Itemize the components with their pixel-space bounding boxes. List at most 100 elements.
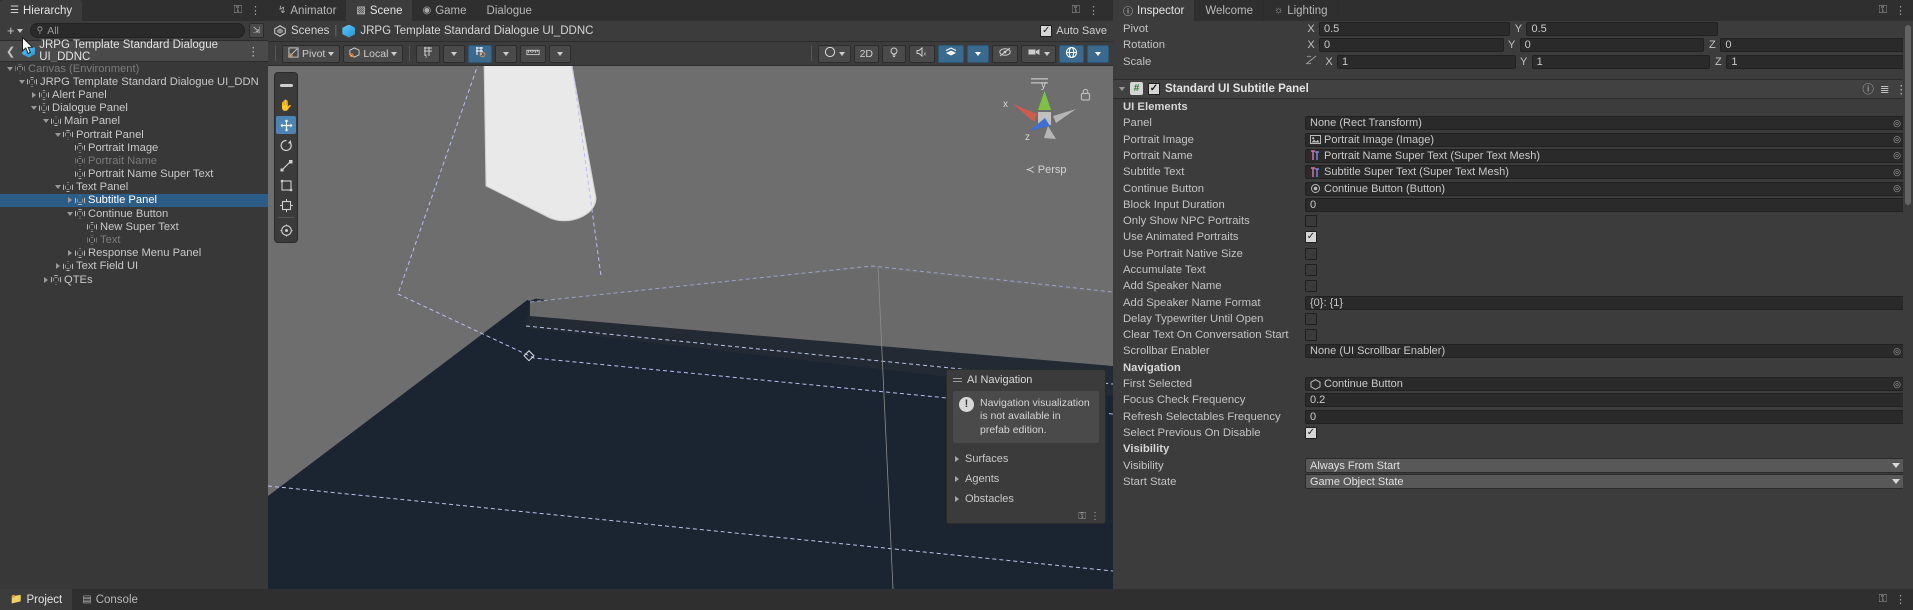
ai-navigation-lock-icon[interactable]: ⚿ [1078,511,1086,522]
property-checkbox[interactable]: ✓ [1305,215,1317,228]
property-checkbox[interactable]: ✓ [1305,231,1317,244]
tab-inspector[interactable]: ⓘ Inspector [1113,0,1196,21]
chevron-down-icon[interactable] [40,119,51,124]
hierarchy-item[interactable]: Continue Button [0,207,268,220]
hierarchy-item[interactable]: Subtitle Panel [0,193,268,208]
tab-scene[interactable]: ▧ Scene [346,0,413,21]
object-field[interactable]: Subtitle Super Text (Super Text Mesh) ◎ [1305,165,1905,180]
preset-icon[interactable]: ≣ [1880,82,1890,96]
scene-orientation-gizmo[interactable]: y x z ≺ Persp [1001,76,1091,176]
object-picker-icon[interactable]: ◎ [1890,150,1904,162]
lock-icon[interactable]: ⚿ [1879,4,1887,17]
property-dropdown[interactable]: Game Object State [1305,474,1905,490]
kebab-menu-icon[interactable]: ⋮ [1895,593,1906,606]
scene-effects-button[interactable] [938,44,964,63]
chevron-down-icon[interactable] [28,106,39,111]
gizmos-button[interactable] [1059,44,1084,63]
text-input[interactable]: 0 [1305,409,1905,424]
move-tool-button[interactable] [276,116,296,134]
axis-input[interactable]: 0 [1720,38,1906,53]
hierarchy-item[interactable]: Main Panel [0,115,268,128]
rect-tool-button[interactable] [276,176,296,194]
chevron-right-icon[interactable] [40,276,51,283]
inspector-scrollbar[interactable] [1903,21,1913,589]
add-gameobject-button[interactable]: + [4,23,26,38]
object-field[interactable]: Portrait Image (Image) ◎ [1305,132,1905,147]
scale-tool-button[interactable] [276,156,296,174]
tab-welcome[interactable]: Welcome [1195,0,1265,21]
chevron-right-icon[interactable] [64,250,75,257]
gizmo-lock-icon[interactable] [1080,88,1091,104]
hierarchy-item[interactable]: QTEs [0,273,268,286]
object-picker-icon[interactable]: ◎ [1890,166,1904,178]
tab-lighting[interactable]: ☼ Lighting [1264,0,1339,21]
chevron-right-icon[interactable] [52,263,63,270]
drag-handle-icon[interactable] [953,377,962,382]
grid-snap-dropdown[interactable] [443,44,466,63]
chevron-down-icon[interactable] [16,79,27,84]
gizmo-persp-label[interactable]: ≺ Persp [1001,163,1091,176]
tab-project[interactable]: 📁 Project [0,589,73,610]
ai-navigation-menu-icon[interactable]: ⋮ [1090,511,1100,522]
kebab-menu-icon[interactable]: ⋮ [250,4,261,17]
constrain-proportions-icon[interactable] [1305,55,1317,68]
transform-tool-button[interactable] [276,196,296,214]
prefab-kebab-menu-icon[interactable]: ⋮ [243,44,266,58]
handle-rotation-button[interactable]: Local [343,44,404,63]
property-checkbox[interactable]: ✓ [1305,426,1317,439]
axis-input[interactable]: 0.5 [1319,22,1511,37]
hierarchy-item[interactable]: JRPG Template Standard Dialogue UI_DDN [0,75,268,88]
axis-input[interactable]: 1 [1531,54,1711,69]
snap-increment-dropdown[interactable] [495,44,518,63]
hierarchy-layout-button[interactable]: ⇲ [249,23,264,38]
hierarchy-item[interactable]: Text Field UI [0,260,268,273]
tab-game[interactable]: ◉ Game [412,0,476,21]
hidden-objects-button[interactable] [992,44,1018,63]
text-input[interactable]: 0.2 [1305,393,1905,408]
tab-dialogue[interactable]: Dialogue [477,0,542,21]
custom-tool-button[interactable] [276,221,296,239]
ruler-button[interactable] [520,44,547,63]
property-checkbox[interactable]: ✓ [1305,264,1317,276]
hierarchy-item[interactable]: Text Panel [0,181,268,194]
object-field[interactable]: None (UI Scrollbar Enabler) ◎ [1305,344,1905,359]
hierarchy-item[interactable]: Text [0,233,268,246]
property-checkbox[interactable]: ✓ [1305,312,1317,325]
chevron-down-icon[interactable] [52,132,63,137]
axis-input[interactable]: 0 [1519,38,1705,53]
ai-navigation-header[interactable]: AI Navigation [947,370,1105,389]
scene-camera-button[interactable] [1021,44,1056,63]
ruler-dropdown[interactable] [549,44,572,63]
gizmos-dropdown[interactable] [1087,44,1109,63]
hierarchy-item[interactable]: Alert Panel [0,88,268,101]
object-picker-icon[interactable]: ◎ [1890,134,1904,146]
chevron-down-icon[interactable] [1119,86,1125,91]
hierarchy-item[interactable]: Portrait Name [0,154,268,167]
tab-console[interactable]: ▤ Console [72,589,148,610]
ai-navigation-section[interactable]: Surfaces [947,449,1105,469]
property-dropdown[interactable]: Always From Start [1305,458,1905,474]
object-field[interactable]: Portrait Name Super Text (Super Text Mes… [1305,148,1905,163]
object-picker-icon[interactable]: ◎ [1890,345,1904,357]
axis-input[interactable]: 0 [1319,38,1504,53]
breadcrumb-root-label[interactable]: Scenes [291,25,329,37]
axis-input[interactable]: 1 [1726,54,1906,69]
property-checkbox[interactable]: ✓ [1305,247,1317,260]
component-enabled-checkbox[interactable]: ✓ [1148,82,1160,95]
hierarchy-search-input[interactable]: ⚲ All [29,23,245,38]
kebab-menu-icon[interactable]: ⋮ [1088,4,1099,17]
lock-icon[interactable]: ⚿ [1879,593,1887,606]
hierarchy-item[interactable]: Canvas (Environment) [0,62,268,75]
snap-increment-button[interactable] [468,44,493,63]
shading-mode-button[interactable] [817,44,851,63]
hierarchy-item[interactable]: Portrait Name Super Text [0,168,268,181]
tab-hierarchy[interactable]: ☰ Hierarchy [0,0,83,21]
hierarchy-item[interactable]: Portrait Panel [0,128,268,141]
prefab-back-button[interactable]: ❮ [3,45,18,58]
ai-navigation-section[interactable]: Obstacles [947,489,1105,509]
property-checkbox[interactable]: ✓ [1305,329,1317,342]
text-input[interactable]: 0 [1305,197,1905,212]
auto-save-checkbox[interactable]: ✓ [1040,25,1053,37]
hierarchy-item[interactable]: Portrait Image [0,141,268,154]
toggle-2d-button[interactable]: 2D [853,44,879,63]
